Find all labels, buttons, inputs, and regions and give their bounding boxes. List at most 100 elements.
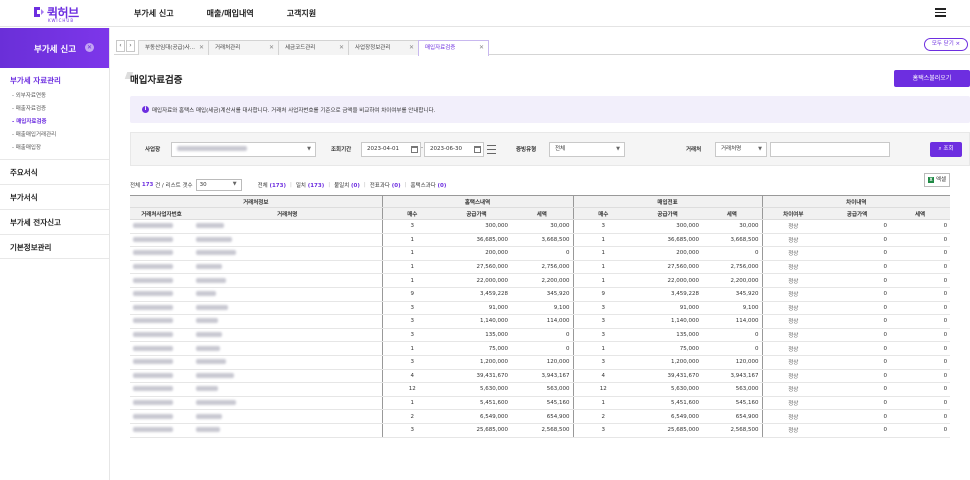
redacted-partner-name <box>196 427 220 433</box>
cell-ht-count: 1 <box>381 233 442 248</box>
partner-search-input[interactable] <box>770 142 890 157</box>
table-row[interactable]: 4 39,431,670 3,943,167 4 39,431,670 3,943,167… <box>130 369 951 384</box>
table-row[interactable]: 1 200,000 0 1 200,000 0 정상 0 0 <box>130 246 951 261</box>
total-prefix: 전체 <box>130 183 141 189</box>
biz-select[interactable]: ▼ <box>171 142 316 157</box>
date-from-input[interactable]: 2023-04-01 <box>361 142 421 157</box>
tab-real-estate[interactable]: 부동산임대(공급)사... ✕ <box>138 40 209 55</box>
table-row[interactable]: 1 36,685,000 3,668,500 1 36,685,000 3,668,500… <box>130 233 951 248</box>
sidebar-menu-main-forms[interactable]: 주요서식 <box>0 159 109 184</box>
table-row[interactable]: 3 91,000 9,100 3 91,000 9,100 정상 0 0 <box>130 301 951 316</box>
evidence-select[interactable]: 전체 ▼ <box>549 142 625 157</box>
cell-biz-no <box>130 314 193 329</box>
col-diff-status[interactable]: 차이여부 <box>761 207 825 220</box>
tab-prev-button[interactable]: ‹ <box>116 40 125 52</box>
period-list-icon[interactable] <box>487 145 496 154</box>
tab-biz-info[interactable]: 사업장정보관리 ✕ <box>348 40 419 55</box>
tab-partner-manage[interactable]: 거래처관리 ✕ <box>208 40 279 55</box>
redacted-partner-name <box>196 359 226 365</box>
table-row[interactable]: 3 1,200,000 120,000 3 1,200,000 120,000 정상 0 0 <box>130 355 951 370</box>
filter-count: (0) <box>351 183 360 189</box>
tab-close-icon[interactable]: ✕ <box>269 41 274 55</box>
sidebar-menu-basic-info[interactable]: 기본정보관리 <box>0 234 109 259</box>
total-count: 173 <box>141 182 154 188</box>
cell-diff-status: 정상 <box>761 355 825 370</box>
filter-all[interactable]: 전체 (173) <box>258 181 286 189</box>
table-row[interactable]: 9 3,459,228 345,920 9 3,459,228 345,920 정상 0 0 <box>130 287 951 302</box>
filter-label: 전표과다 <box>369 183 390 189</box>
col-partner-name[interactable]: 거래처명 <box>193 207 382 220</box>
cell-ht-tax: 3,668,500 <box>511 233 574 248</box>
cell-diff-status: 정상 <box>761 246 825 261</box>
sidebar-menu-extra-forms[interactable]: 부가서식 <box>0 184 109 209</box>
tab-tax-code[interactable]: 세금코드관리 ✕ <box>278 40 349 55</box>
cell-slip-tax: 9,100 <box>702 301 763 316</box>
per-page-select[interactable]: 30 ▼ <box>195 179 242 191</box>
cell-biz-no <box>130 369 193 384</box>
topnav-vat-report[interactable]: 부가세 신고 <box>134 8 174 19</box>
calendar-icon[interactable] <box>411 146 418 153</box>
cell-slip-tax: 2,756,000 <box>702 260 763 275</box>
col-ht-supply[interactable]: 공급가액 <box>442 207 511 220</box>
close-all-tabs-button[interactable]: 모두 닫기 × <box>924 38 968 51</box>
tab-close-icon[interactable]: ✕ <box>199 41 204 55</box>
filter-slip-excess[interactable]: 전표과다 (0) <box>370 181 401 189</box>
cell-diff-supply: 0 <box>824 341 891 356</box>
main-content: 매입자료검증 홈택스불러오기 i 매입자료와 홈택스 매입(세금)계산서를 대사… <box>124 60 970 480</box>
col-slip-supply[interactable]: 공급가액 <box>633 207 703 220</box>
table-row[interactable]: 1 5,451,600 545,160 1 5,451,600 545,160 정상 0 0 <box>130 396 951 411</box>
tab-close-icon[interactable]: ✕ <box>409 41 414 55</box>
table-row[interactable]: 1 75,000 0 1 75,000 0 정상 0 0 <box>130 341 951 356</box>
table-row[interactable]: 12 5,630,000 563,000 12 5,630,000 563,000 정상 0 0 <box>130 382 951 397</box>
sidebar-collapse-icon[interactable]: ✕ <box>85 43 94 52</box>
sidebar-item-transaction-manage[interactable]: - 매출매입거래관리 <box>0 129 109 142</box>
calendar-icon[interactable] <box>474 146 481 153</box>
tab-close-icon[interactable]: ✕ <box>339 41 344 55</box>
table-row[interactable]: 2 6,549,000 654,900 2 6,549,000 654,900 정상 0 0 <box>130 409 951 424</box>
col-biz-no[interactable]: 거래처사업자번호 <box>130 207 193 220</box>
cell-diff-supply: 0 <box>824 260 891 275</box>
sidebar-item-sales-verify[interactable]: - 매출자료검증 <box>0 103 109 116</box>
cell-ht-tax: 0 <box>511 341 574 356</box>
search-button[interactable]: ⌕ 조회 <box>930 142 962 157</box>
excel-download-button[interactable]: X 엑셀 <box>924 173 950 187</box>
tab-purchase-verify[interactable]: 매입자료검증 ✕ <box>418 40 489 56</box>
date-to-input[interactable]: 2023-06-30 <box>424 142 484 157</box>
redacted-biz-no <box>133 236 173 242</box>
col-ht-count[interactable]: 매수 <box>381 207 442 220</box>
filter-mismatch[interactable]: 불일치 (0) <box>334 181 360 189</box>
sidebar-menu-efiling[interactable]: 부가세 전자신고 <box>0 209 109 234</box>
col-diff-supply[interactable]: 공급가액 <box>824 207 891 220</box>
filter-match[interactable]: 일치 (173) <box>296 181 324 189</box>
sidebar-item-ledger[interactable]: - 매출매입장 <box>0 142 109 155</box>
col-ht-tax[interactable]: 세액 <box>511 207 574 220</box>
cell-slip-count: 1 <box>572 273 634 288</box>
redacted-biz-no <box>133 413 173 419</box>
table-row[interactable]: 3 1,140,000 114,000 3 1,140,000 114,000 정상 0 0 <box>130 314 951 329</box>
col-slip-count[interactable]: 매수 <box>572 207 634 220</box>
excel-icon: X <box>928 177 934 183</box>
partner-type-select[interactable]: 거래처명 ▼ <box>715 142 767 157</box>
hamburger-menu-icon[interactable] <box>935 8 946 17</box>
sidebar-item-purchase-verify[interactable]: - 매입자료검증 <box>0 116 109 129</box>
hometax-import-button[interactable]: 홈택스불러오기 <box>894 70 970 87</box>
cell-slip-supply: 1,140,000 <box>633 314 703 329</box>
cell-ht-supply: 1,200,000 <box>442 355 511 370</box>
tab-close-icon[interactable]: ✕ <box>479 41 484 55</box>
sidebar-section-title[interactable]: 부가세 자료관리 <box>0 68 109 90</box>
table-row[interactable]: 1 22,000,000 2,200,000 1 22,000,000 2,200,000… <box>130 273 951 288</box>
col-diff-tax[interactable]: 세액 <box>890 207 951 220</box>
topnav-sales-purchase[interactable]: 매출/매입내역 <box>207 8 254 19</box>
filter-hometax-excess[interactable]: 홈택스과다 (0) <box>410 181 446 189</box>
tab-next-button[interactable]: › <box>126 40 135 52</box>
sidebar-item-external-data[interactable]: - 외부자료연동 <box>0 90 109 103</box>
table-row[interactable]: 3 300,000 30,000 3 300,000 30,000 정상 0 0 <box>130 219 951 234</box>
table-row[interactable]: 1 27,560,000 2,756,000 1 27,560,000 2,756,000… <box>130 260 951 275</box>
cell-diff-status: 정상 <box>761 423 825 438</box>
topnav-support[interactable]: 고객지원 <box>287 8 316 19</box>
table-row[interactable]: 3 25,685,000 2,568,500 3 25,685,000 2,568,500… <box>130 423 951 438</box>
col-slip-tax[interactable]: 세액 <box>702 207 763 220</box>
redacted-biz-no <box>133 332 173 338</box>
table-row[interactable]: 3 135,000 0 3 135,000 0 정상 0 0 <box>130 328 951 343</box>
logo[interactable]: 퀵허브 KWICHUB <box>33 4 93 24</box>
